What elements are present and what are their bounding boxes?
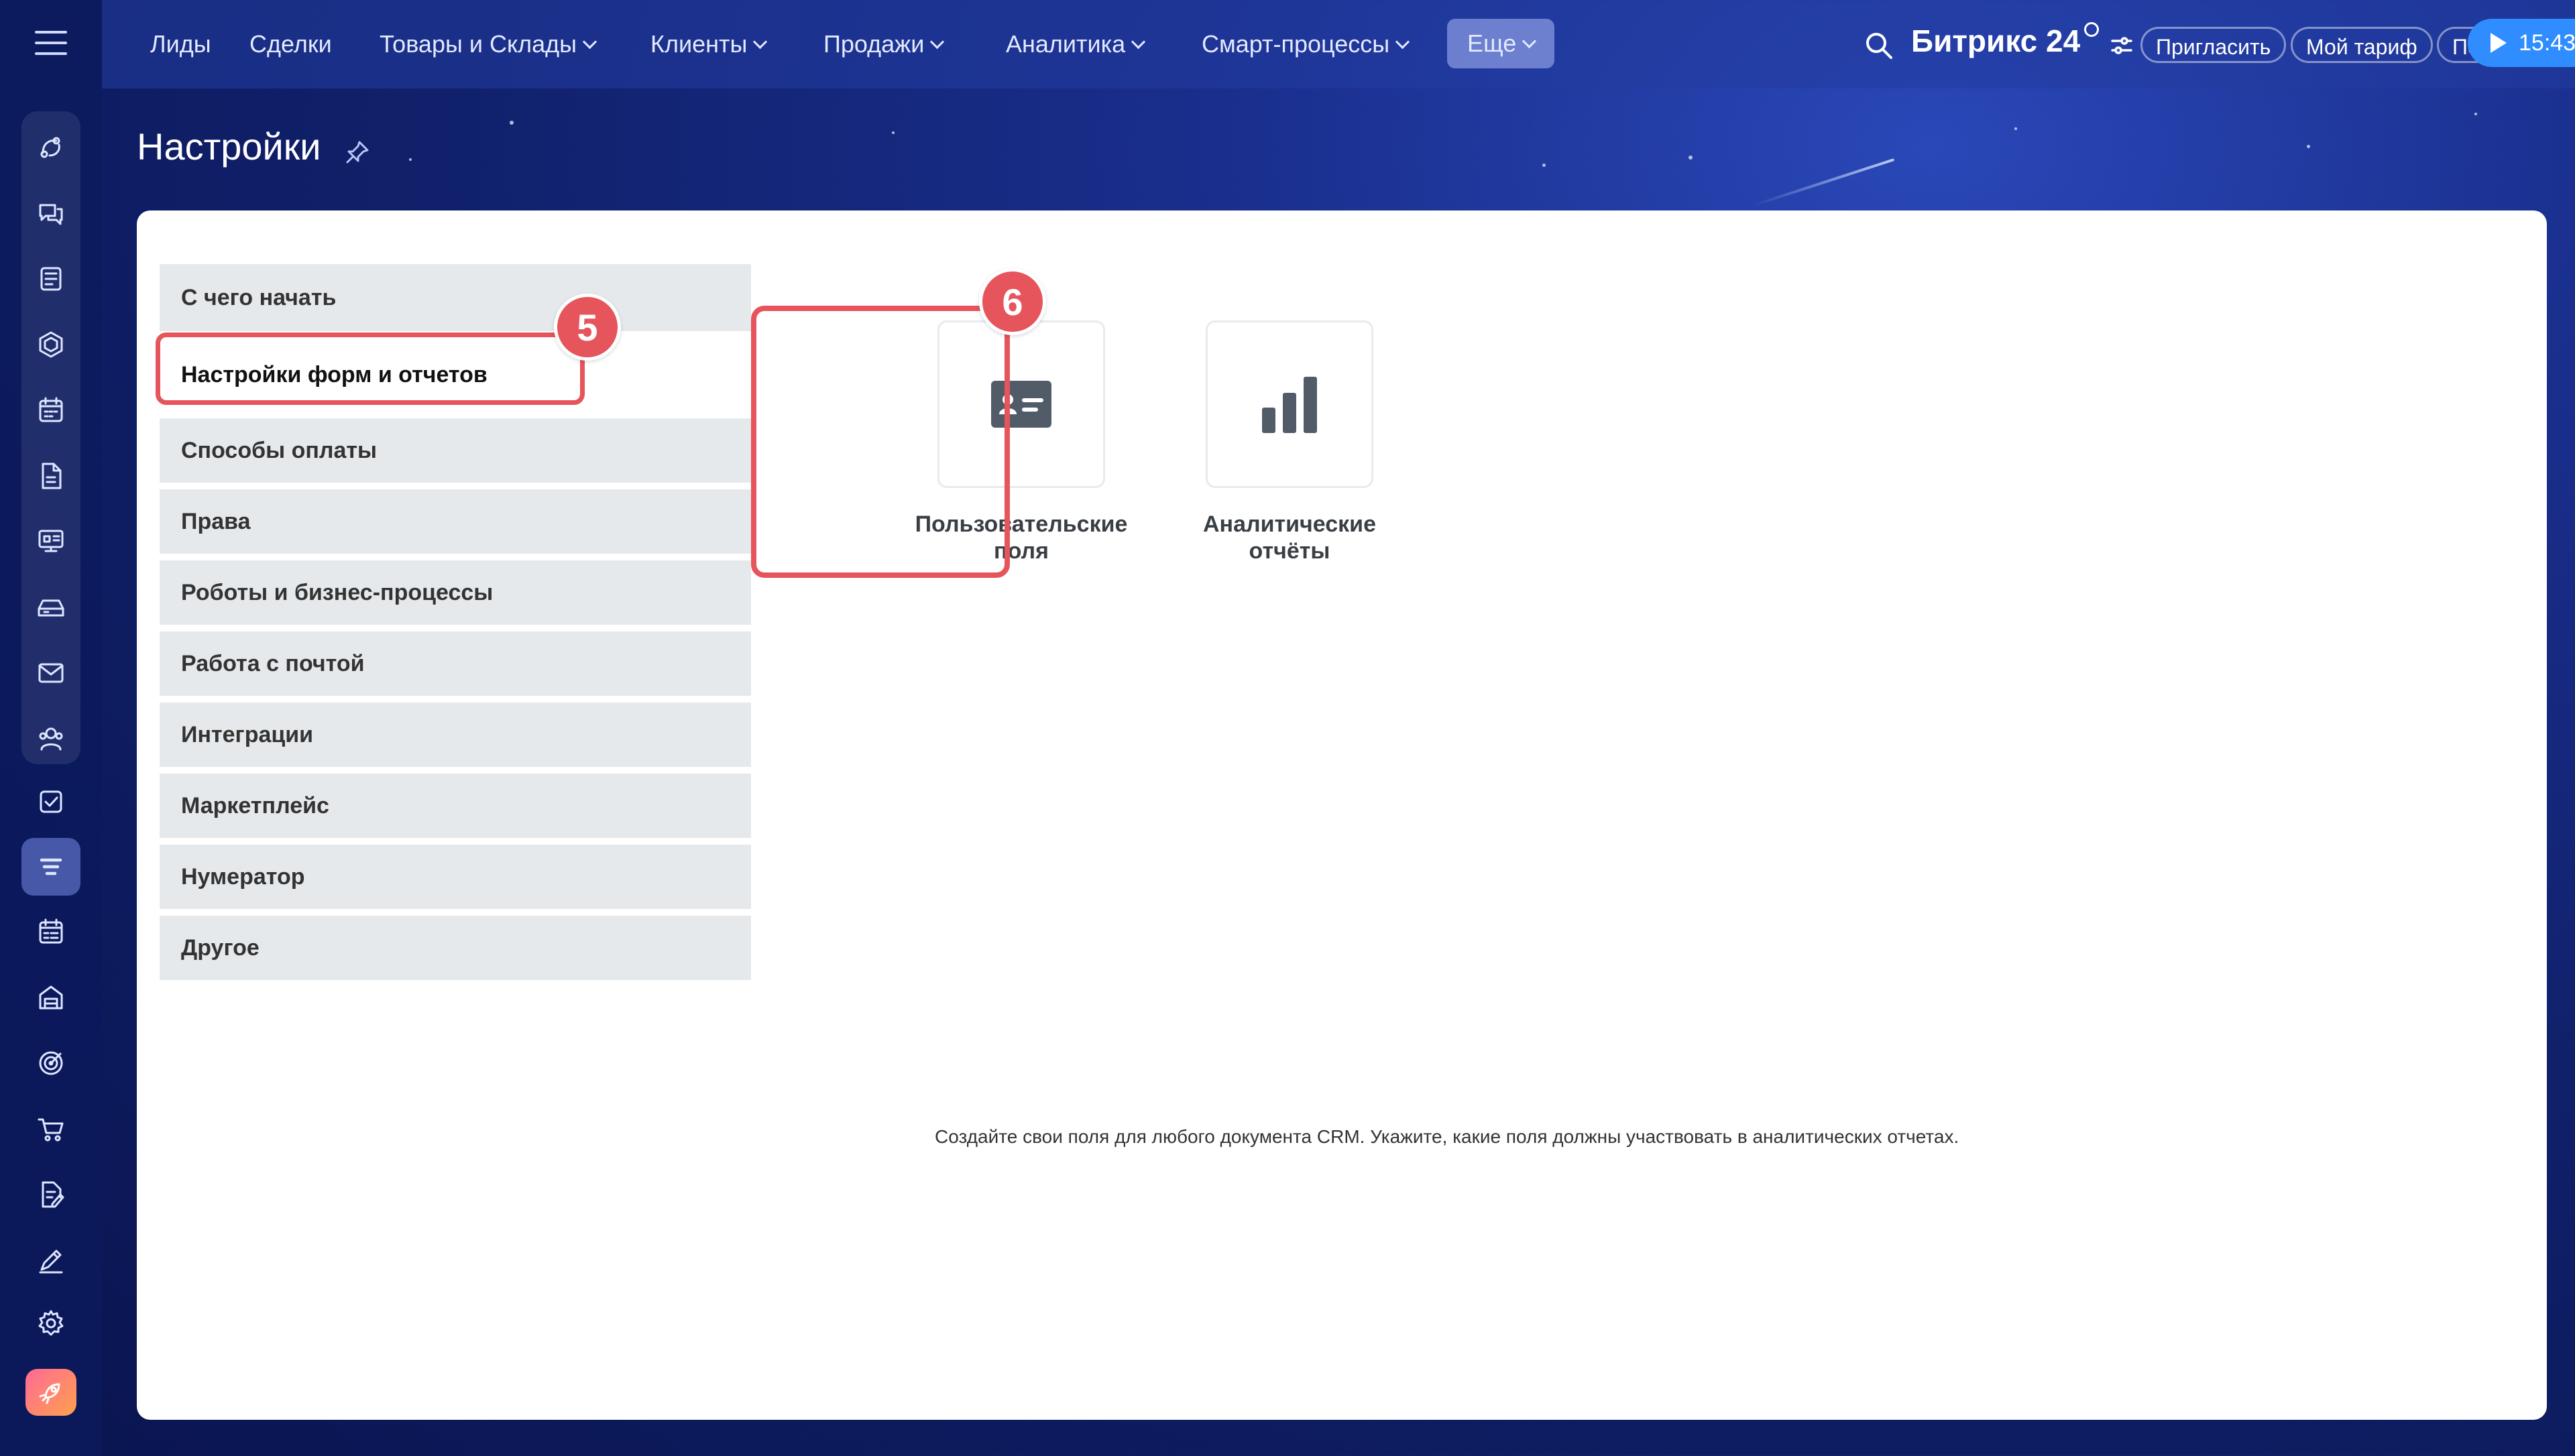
cart-icon[interactable] [31, 1109, 71, 1149]
chevron-down-icon [1395, 34, 1410, 50]
page-title: Настройки [137, 125, 321, 168]
nav-deals[interactable]: Сделки [249, 24, 332, 64]
nav-analytics[interactable]: Аналитика [1006, 24, 1146, 64]
my-tariff-button[interactable]: Мой тариф [2291, 27, 2433, 63]
sign-icon[interactable] [31, 1174, 71, 1215]
play-icon [2491, 33, 2507, 53]
settings-menu-item[interactable]: Роботы и бизнес-процессы [160, 560, 751, 625]
step-badge-6: 6 [979, 268, 1046, 335]
hamburger-menu-icon[interactable] [35, 31, 67, 55]
rocket-icon[interactable] [25, 1369, 76, 1416]
gear-icon[interactable] [31, 1303, 71, 1343]
board-icon[interactable] [31, 522, 71, 562]
analytics-reports-tile[interactable] [1206, 320, 1373, 488]
settings-menu-item[interactable]: Интеграции [160, 703, 751, 767]
analytics-reports-label[interactable]: Аналитические отчёты [1169, 511, 1410, 564]
schedule-icon[interactable] [31, 912, 71, 952]
chevron-down-icon [1131, 34, 1146, 50]
search-icon[interactable] [1864, 31, 1894, 60]
chevron-down-icon [1522, 34, 1537, 49]
settings-menu-item[interactable]: Способы оплаты [160, 418, 751, 483]
nav-leads[interactable]: Лиды [150, 24, 211, 64]
settings-menu-item[interactable]: Работа с почтой [160, 631, 751, 696]
brand-logo: Битрикс 24 [1911, 22, 2100, 59]
bar-chart-icon [1262, 377, 1317, 433]
settings-menu-item[interactable]: Нумератор [160, 845, 751, 909]
chat-icon[interactable] [31, 193, 71, 233]
document-icon[interactable] [31, 456, 71, 496]
settings-menu-item[interactable]: Маркетплейс [160, 774, 751, 838]
highlight-frame-step-5 [156, 332, 585, 405]
hexagon-icon[interactable] [31, 324, 71, 365]
chevron-down-icon [753, 34, 768, 50]
settings-description: Создайте свои поля для любого документа … [935, 1126, 1959, 1147]
pen-icon[interactable] [31, 1240, 71, 1280]
news-icon[interactable] [31, 259, 71, 299]
nav-smart-processes[interactable]: Смарт-процессы [1202, 24, 1410, 64]
top-navigation-bar: Лиды Сделки Товары и Склады Клиенты Прод… [102, 0, 2575, 88]
tasks-icon[interactable] [31, 782, 71, 822]
highlight-frame-step-6 [751, 306, 1010, 578]
contacts-icon[interactable] [31, 719, 71, 759]
nav-products-warehouses[interactable]: Товары и Склады [380, 24, 597, 64]
target-icon[interactable] [31, 1043, 71, 1083]
mail-icon[interactable] [31, 653, 71, 693]
chevron-down-icon [930, 34, 945, 50]
calendar-icon[interactable] [31, 390, 71, 430]
nav-clients[interactable]: Клиенты [650, 24, 768, 64]
chevron-down-icon [582, 34, 597, 50]
clock-icon [2084, 22, 2100, 37]
drive-icon[interactable] [31, 587, 71, 627]
sliders-icon[interactable] [2110, 34, 2134, 58]
crm-icon[interactable] [21, 838, 80, 896]
store-icon[interactable] [31, 977, 71, 1018]
workday-timer-button[interactable]: 15:43 [2468, 19, 2575, 67]
settings-menu-item[interactable]: Права [160, 489, 751, 554]
settings-menu-item[interactable]: С чего начать [160, 264, 751, 331]
invite-button[interactable]: Пригласить [2140, 27, 2287, 63]
step-badge-5: 5 [554, 294, 621, 361]
nav-sales[interactable]: Продажи [823, 24, 945, 64]
left-sidebar [0, 0, 102, 1456]
feed-icon[interactable] [31, 127, 71, 168]
settings-menu-item[interactable]: Другое [160, 916, 751, 980]
pin-icon[interactable] [345, 139, 370, 165]
nav-more[interactable]: Еще [1447, 19, 1555, 68]
